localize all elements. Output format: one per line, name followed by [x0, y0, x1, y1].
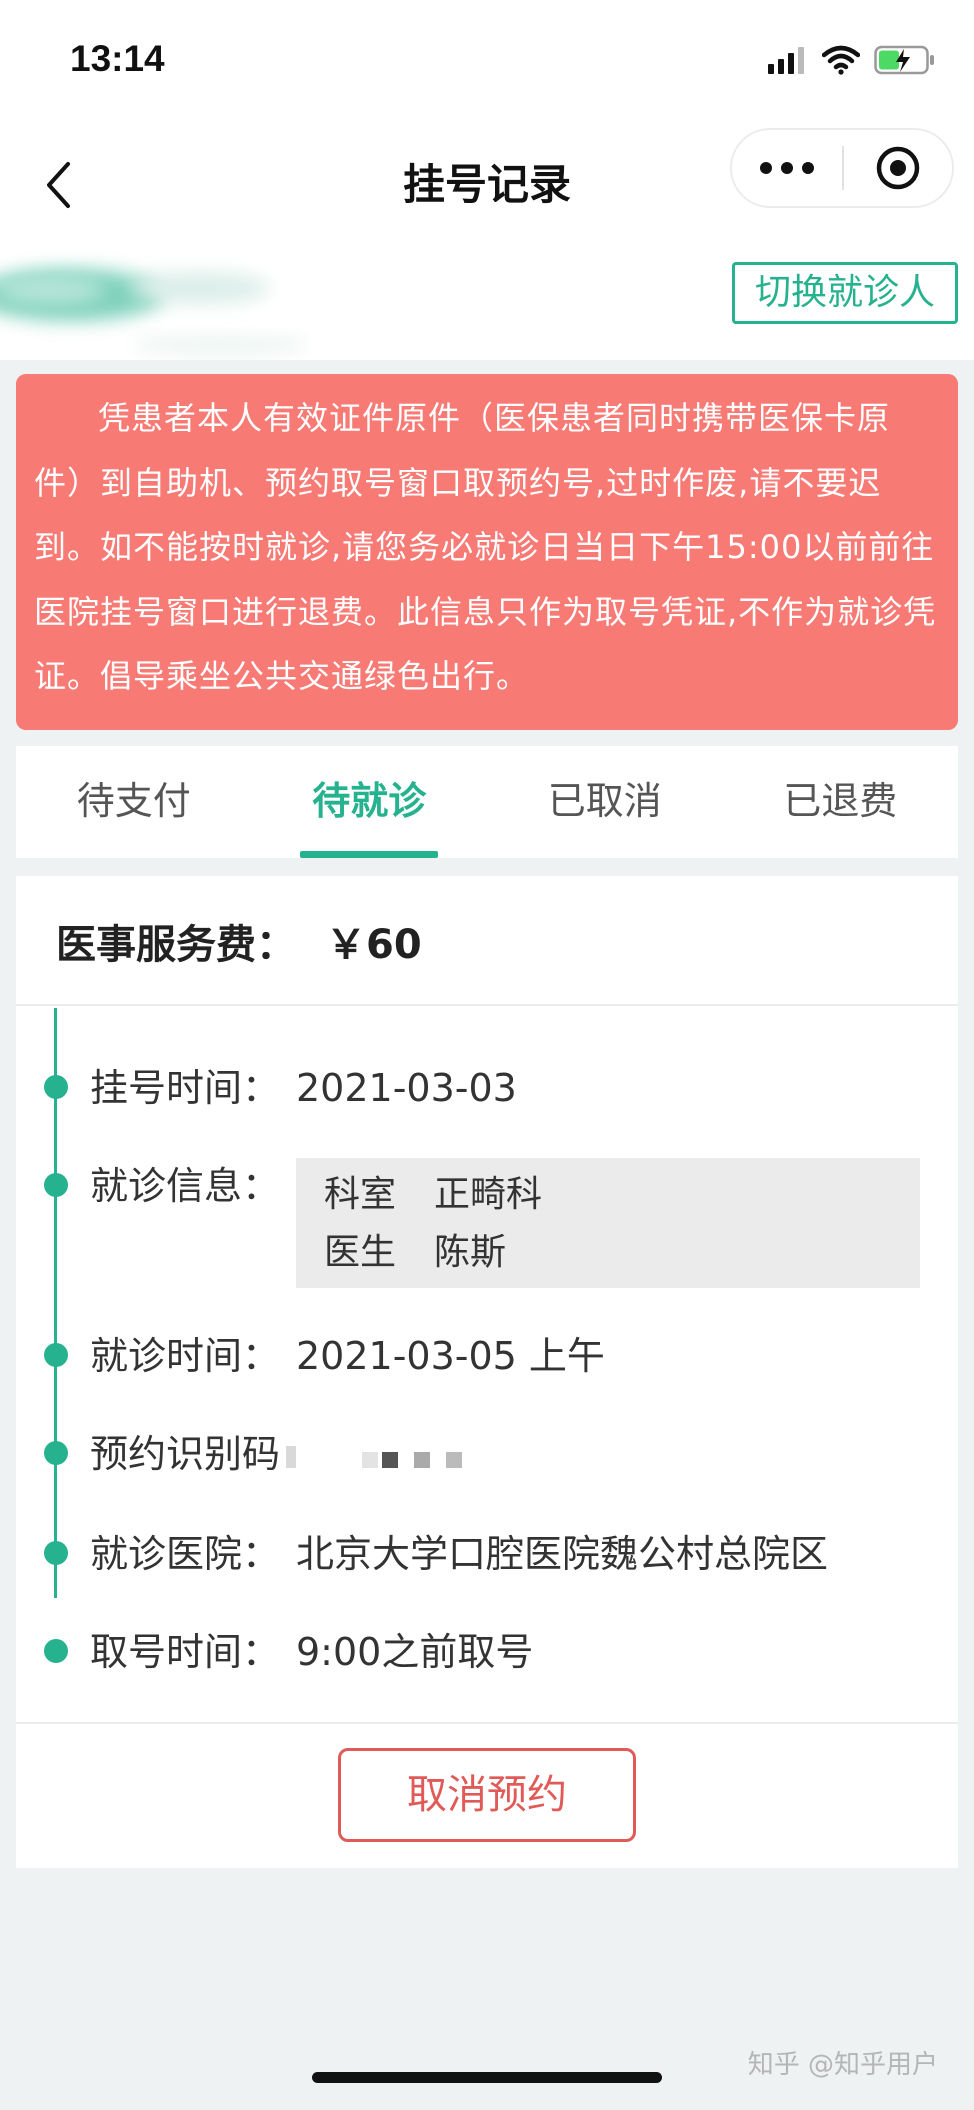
department-value: 正畸科	[434, 1174, 543, 1215]
registration-card: 医事服务费： ￥60 挂号时间： 2021-03-03 就诊信息： 科室 正畸科…	[16, 876, 958, 1868]
battery-charging-icon	[874, 45, 934, 75]
timeline-dot	[44, 1541, 68, 1565]
status-tabs: 待支付 待就诊 已取消 已退费	[16, 746, 958, 858]
mini-program-capsule	[730, 128, 954, 208]
pickup-time-value: 9:00之前取号	[296, 1630, 534, 1674]
status-icons	[768, 40, 936, 80]
tab-refunded[interactable]: 已退费	[723, 746, 959, 858]
tab-label: 待支付	[76, 779, 191, 823]
visit-time-row: 就诊时间： 2021-03-05 上午	[16, 1326, 958, 1386]
tab-cancelled[interactable]: 已取消	[487, 746, 723, 858]
doctor-key: 医生	[324, 1232, 397, 1273]
wifi-icon	[822, 45, 860, 75]
timeline-dot	[44, 1173, 68, 1197]
switch-patient-button[interactable]: 切换就诊人	[732, 262, 958, 324]
visit-time-value: 2021-03-05 上午	[296, 1334, 605, 1378]
hospital-row: 就诊医院： 北京大学口腔医院魏公村总院区	[16, 1524, 958, 1584]
pickup-time-label: 取号时间：	[90, 1630, 281, 1674]
home-indicator[interactable]	[312, 2072, 662, 2083]
doctor-value: 陈斯	[434, 1232, 507, 1273]
register-time-value: 2021-03-03	[296, 1066, 517, 1110]
tab-label: 已退费	[783, 779, 898, 823]
register-time-label: 挂号时间：	[90, 1066, 281, 1110]
patient-band: 切换就诊人	[0, 250, 974, 360]
status-time: 13:14	[70, 38, 165, 79]
cancel-appointment-button[interactable]: 取消预约	[338, 1748, 636, 1842]
visit-info-box: 科室 正畸科 医生 陈斯	[296, 1158, 920, 1288]
more-dot	[802, 162, 814, 174]
close-mini-program-button[interactable]	[844, 130, 952, 206]
notice-banner: 凭患者本人有效证件原件（医保患者同时携带医保卡原件）到自助机、预约取号窗口取预约…	[16, 374, 958, 730]
watermark: 知乎 @知乎用户	[747, 2050, 938, 2080]
department-line: 科室 正畸科	[324, 1166, 892, 1224]
timeline-dot	[44, 1343, 68, 1367]
blurred-patient-name	[0, 269, 310, 353]
tab-label: 已取消	[547, 779, 662, 823]
active-tab-indicator	[300, 851, 439, 858]
visit-info-label: 就诊信息：	[90, 1164, 281, 1208]
timeline-dot	[44, 1075, 68, 1099]
pickup-time-row: 取号时间： 9:00之前取号	[16, 1622, 958, 1682]
fee-row: 医事服务费： ￥60	[16, 876, 958, 1006]
card-actions: 取消预约	[16, 1722, 958, 1868]
booking-code-row: 预约识别码	[16, 1424, 958, 1484]
department-key: 科室	[324, 1174, 397, 1215]
timeline-dot	[44, 1441, 68, 1465]
signal-icon	[768, 47, 804, 74]
page: 13:14 挂号记录 切换就诊人 凭患者本人有效证件原件（医保患者同时携带医保卡…	[0, 0, 974, 2110]
register-time-row: 挂号时间： 2021-03-03	[16, 1058, 958, 1118]
timeline-dot	[44, 1639, 68, 1663]
more-dots-icon	[760, 162, 772, 174]
masked-booking-code	[286, 1446, 462, 1468]
target-circle-icon	[876, 146, 920, 190]
more-button[interactable]	[732, 130, 842, 206]
tab-pending-visit[interactable]: 待就诊	[252, 746, 488, 858]
doctor-line: 医生 陈斯	[324, 1224, 892, 1282]
status-bar: 13:14	[0, 0, 974, 120]
more-dot	[781, 162, 793, 174]
tab-label: 待就诊	[312, 779, 427, 823]
hospital-label: 就诊医院：	[90, 1532, 281, 1576]
visit-time-label: 就诊时间：	[90, 1334, 281, 1378]
booking-code-label: 预约识别码	[90, 1432, 281, 1476]
hospital-value: 北京大学口腔医院魏公村总院区	[296, 1532, 829, 1576]
nav-bar: 挂号记录	[0, 120, 974, 250]
fee-label: 医事服务费：	[56, 922, 296, 968]
tab-pending-payment[interactable]: 待支付	[16, 746, 252, 858]
fee-value: ￥60	[326, 922, 422, 968]
